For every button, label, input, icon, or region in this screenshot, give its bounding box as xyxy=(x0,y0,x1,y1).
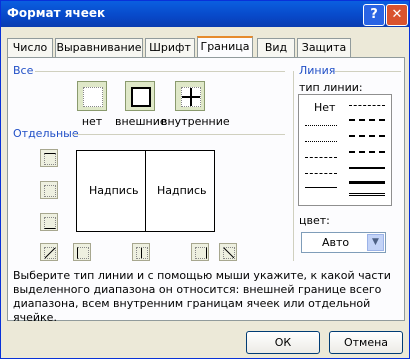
line-style-thick[interactable] xyxy=(349,181,385,184)
tab-number[interactable]: Число xyxy=(7,38,53,57)
line-style-medium-dash-dot[interactable] xyxy=(349,119,385,121)
line-style-medium-dashed[interactable] xyxy=(349,151,385,153)
line-style-dotted[interactable] xyxy=(305,141,337,142)
color-select[interactable]: Авто ▼ xyxy=(301,232,386,253)
preset-none-label: нет xyxy=(81,115,103,128)
line-style-slanted[interactable] xyxy=(349,135,385,137)
all-group-title: Все xyxy=(13,64,34,77)
border-preview[interactable]: Надпись Надпись xyxy=(76,150,215,232)
border-inside-vertical-button[interactable] xyxy=(132,243,150,261)
tab-fill[interactable]: Вид xyxy=(257,38,295,57)
line-group-separator xyxy=(293,71,294,261)
individual-group-divider xyxy=(73,134,285,135)
help-button[interactable]: ? xyxy=(363,4,385,26)
preset-outline-icon xyxy=(131,87,151,107)
tab-protection[interactable]: Защита xyxy=(297,38,351,57)
border-diagonal-down-button[interactable] xyxy=(219,243,237,261)
all-group-divider xyxy=(35,71,285,72)
preset-outline-label: внешние xyxy=(115,115,167,128)
window-title: Формат ячеек xyxy=(7,6,106,20)
color-label: цвет: xyxy=(299,214,330,227)
border-bottom-button[interactable] xyxy=(40,213,58,231)
border-inside-vertical-icon xyxy=(136,247,148,259)
line-style-none[interactable]: Нет xyxy=(314,101,335,114)
border-right-button[interactable] xyxy=(191,243,209,261)
preset-inside-icon xyxy=(181,87,201,107)
border-diagonal-up-button[interactable] xyxy=(40,243,58,261)
border-top-button[interactable] xyxy=(40,149,58,167)
preset-outline-button[interactable] xyxy=(125,81,155,111)
line-group-divider xyxy=(335,71,401,72)
preset-none-button[interactable] xyxy=(77,81,107,111)
preview-inner-border xyxy=(145,151,146,231)
border-left-button[interactable] xyxy=(73,243,91,261)
border-right-icon xyxy=(195,247,207,259)
line-style-hair[interactable] xyxy=(305,125,337,126)
border-top-icon xyxy=(44,153,56,165)
border-inside-horizontal-button[interactable] xyxy=(40,181,58,199)
individual-group-title: Отдельные xyxy=(13,127,79,140)
tab-alignment[interactable]: Выравнивание xyxy=(55,38,143,57)
title-bar[interactable]: Формат ячеек ? ✕ xyxy=(1,1,409,27)
preview-cell-right: Надпись xyxy=(157,184,207,197)
close-button[interactable]: ✕ xyxy=(386,4,408,26)
preset-inside-label: внутренние xyxy=(161,115,230,128)
preset-none-icon xyxy=(83,87,103,107)
format-cells-dialog: Формат ячеек ? ✕ Число Выравнивание Шриф… xyxy=(0,0,410,359)
line-style-double[interactable] xyxy=(349,193,385,196)
color-select-value: Авто xyxy=(322,236,350,249)
border-inside-horizontal-icon xyxy=(44,185,56,197)
preview-cell-left: Надпись xyxy=(89,184,139,197)
line-style-dash-dot-dot[interactable] xyxy=(305,157,337,158)
line-type-label: тип линии: xyxy=(299,81,363,94)
description-text: Выберите тип линии и с помощью мыши укаж… xyxy=(13,269,391,324)
line-group-title: Линия xyxy=(299,64,336,77)
chevron-down-icon[interactable]: ▼ xyxy=(367,234,384,251)
line-style-dashed[interactable] xyxy=(305,173,337,174)
border-diagonal-up-icon xyxy=(44,247,56,259)
preset-inside-button[interactable] xyxy=(175,81,205,111)
tab-font[interactable]: Шрифт xyxy=(145,38,195,57)
border-bottom-icon xyxy=(44,217,56,229)
border-diagonal-down-icon xyxy=(223,247,235,259)
line-style-medium-dash-dot-dot[interactable] xyxy=(349,105,385,106)
border-left-icon xyxy=(77,247,89,259)
ok-button[interactable]: ОК xyxy=(246,331,320,354)
line-style-thin[interactable] xyxy=(305,187,337,188)
cancel-button[interactable]: Отмена xyxy=(329,331,403,354)
line-style-medium[interactable] xyxy=(349,167,385,169)
line-style-list[interactable]: Нет xyxy=(298,94,392,206)
